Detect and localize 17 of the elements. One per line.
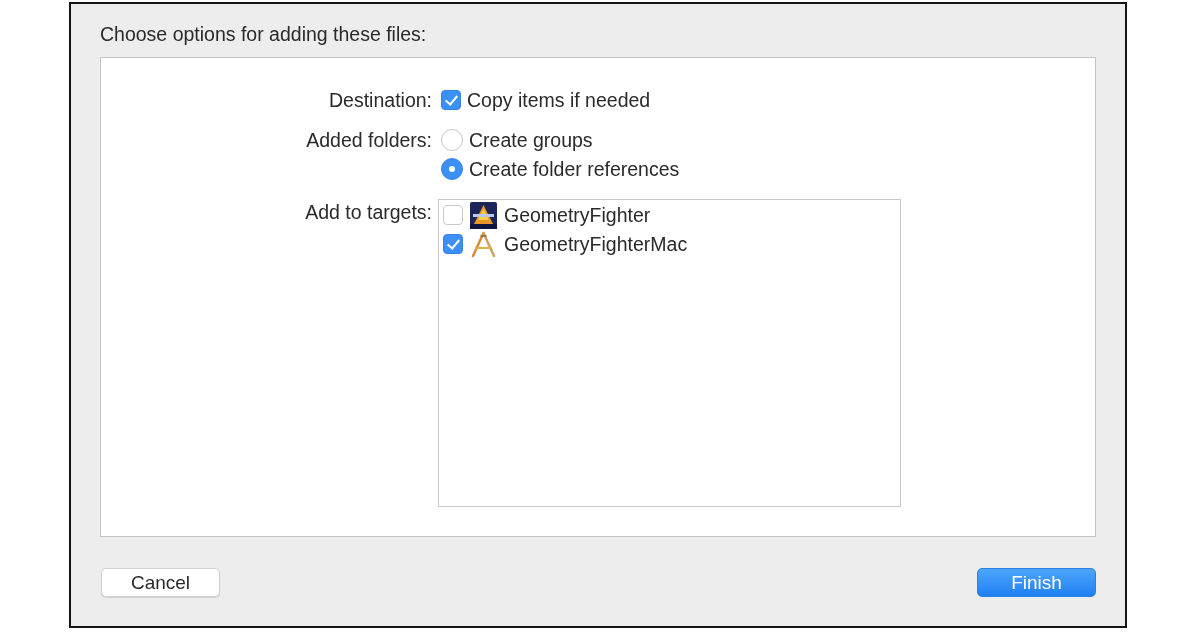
target-name: GeometryFighterMac [504, 232, 688, 256]
field-label: Destination: [329, 88, 432, 112]
field-label: Added folders: [306, 128, 432, 152]
a-shape-icon [470, 230, 497, 258]
checkbox[interactable] [441, 90, 461, 110]
field-label: Add to targets: [305, 200, 432, 224]
radio-button[interactable] [441, 129, 463, 151]
radio-button[interactable] [441, 158, 463, 180]
option-label: Create folder references [469, 157, 680, 181]
checkbox[interactable] [443, 234, 463, 254]
option-label: Copy items if needed [467, 88, 651, 112]
option-label: Create groups [469, 128, 593, 152]
dialog-title: Choose options for adding these files: [100, 23, 427, 45]
pyramid-tile-icon [470, 201, 497, 229]
target-name: GeometryFighter [504, 203, 651, 227]
cancel-button[interactable]: Cancel [101, 568, 220, 597]
checkbox[interactable] [443, 205, 463, 225]
